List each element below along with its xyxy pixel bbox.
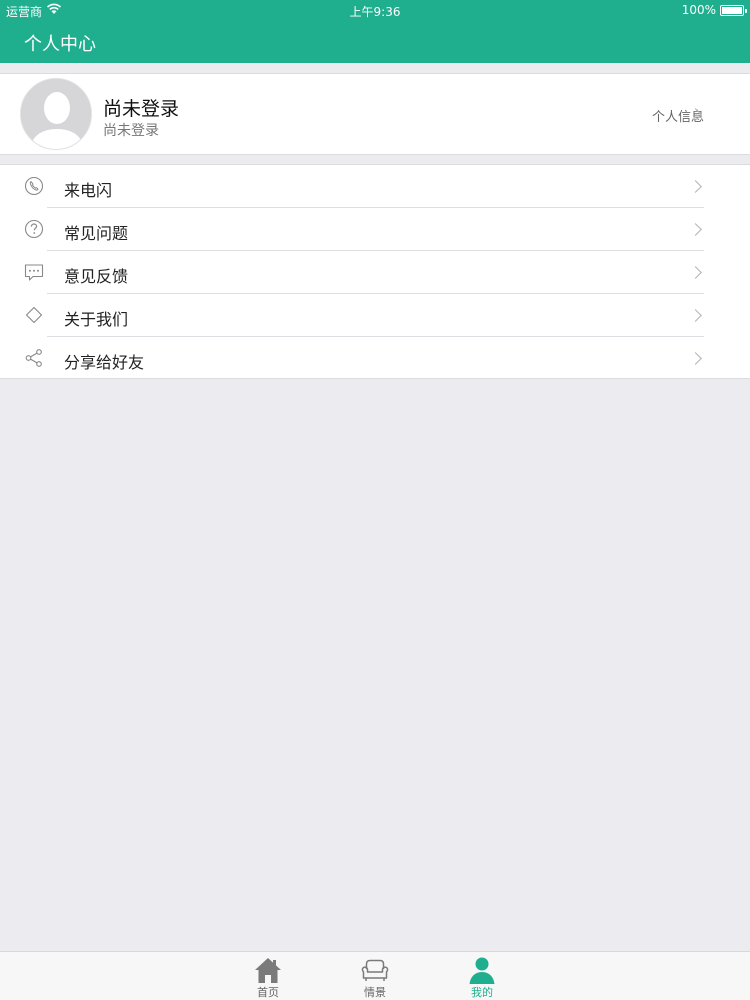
sofa-icon [361,959,389,981]
menu-item-share[interactable]: 分享给好友 [0,337,750,380]
page-title: 个人中心 [24,34,96,55]
phone-icon [24,176,44,196]
feedback-icon [24,264,44,281]
profile-name: 尚未登录 [103,98,180,120]
tab-label: 首页 [257,986,279,999]
chevron-right-icon [689,180,702,193]
share-icon [25,349,42,367]
tab-label: 我的 [471,986,493,999]
tab-scenes[interactable]: 情景 [345,952,405,1000]
battery-percentage: 100% [681,3,716,17]
chevron-right-icon [689,352,702,365]
menu-item-label: 意见反馈 [64,267,129,286]
tab-label: 情景 [364,986,386,999]
navigation-bar: 个人中心 [0,20,750,63]
home-icon [255,958,281,983]
clock: 上午9:36 [349,5,401,19]
person-icon [469,957,495,984]
status-bar: 运营商 上午9:36 100% [0,0,750,20]
avatar[interactable] [20,78,92,150]
question-icon [24,219,44,239]
menu-item-label: 常见问题 [64,224,129,243]
tab-mine[interactable]: 我的 [452,952,512,1000]
profile-card[interactable]: 尚未登录 尚未登录 个人信息 [0,73,750,155]
menu-item-about-us[interactable]: 关于我们 [0,294,750,337]
menu-item-label: 分享给好友 [64,353,145,372]
diamond-icon [25,306,43,324]
menu-item-faq[interactable]: 常见问题 [0,208,750,251]
chevron-right-icon [689,266,702,279]
profile-subtitle: 尚未登录 [103,123,159,139]
menu-item-feedback[interactable]: 意见反馈 [0,251,750,294]
menu-list: 来电闪 常见问题 意见反馈 关于我们 分享给好友 [0,164,750,379]
menu-item-label: 关于我们 [64,310,129,329]
menu-item-label: 来电闪 [64,181,113,200]
menu-item-incoming-call-flash[interactable]: 来电闪 [0,165,750,208]
chevron-right-icon [689,309,702,322]
default-avatar-icon [21,79,91,149]
chevron-right-icon [689,223,702,236]
battery-icon [720,5,747,16]
tab-bar: 首页 情景 我的 [0,951,750,1000]
tab-home[interactable]: 首页 [238,952,298,1000]
